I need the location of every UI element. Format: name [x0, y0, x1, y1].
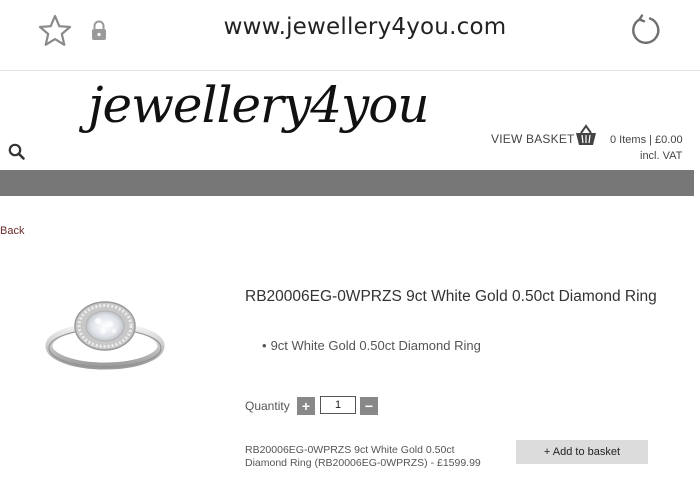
product-summary: RB20006EG-0WPRZS 9ct White Gold 0.50ct D… [245, 444, 481, 469]
reload-icon[interactable] [628, 12, 664, 48]
product-image[interactable] [40, 288, 170, 378]
quantity-input[interactable] [320, 396, 356, 414]
product-feature-item: • 9ct White Gold 0.50ct Diamond Ring [262, 338, 481, 353]
logo-text: jewellery4you [88, 76, 430, 134]
bullet-marker: • [262, 338, 267, 353]
basket-vat-note: incl. VAT [640, 150, 683, 162]
basket-summary[interactable]: 0 Items | £0.00 [610, 134, 683, 146]
product-feature-text: 9ct White Gold 0.50ct Diamond Ring [270, 338, 481, 353]
site-logo[interactable]: jewellery4you [82, 68, 430, 144]
url-field[interactable]: www.jewellery4you.com [200, 14, 530, 40]
basket-icon[interactable] [573, 124, 599, 148]
product-title: RB20006EG-0WPRZS 9ct White Gold 0.50ct D… [245, 288, 657, 305]
browser-address-bar: www.jewellery4you.com [0, 0, 700, 64]
search-icon[interactable] [8, 142, 26, 162]
add-to-basket-button[interactable]: + Add to basket [516, 440, 648, 464]
navigation-bar [0, 170, 694, 196]
quantity-increase-button[interactable]: + [297, 397, 315, 415]
quantity-label: Quantity [245, 399, 290, 413]
view-basket-link[interactable]: VIEW BASKET [491, 132, 575, 146]
lock-icon [92, 20, 106, 40]
back-link[interactable]: Back [0, 225, 24, 237]
back-link-label: Back [0, 225, 25, 237]
quantity-decrease-button[interactable]: − [360, 397, 378, 415]
star-icon[interactable] [37, 13, 73, 49]
